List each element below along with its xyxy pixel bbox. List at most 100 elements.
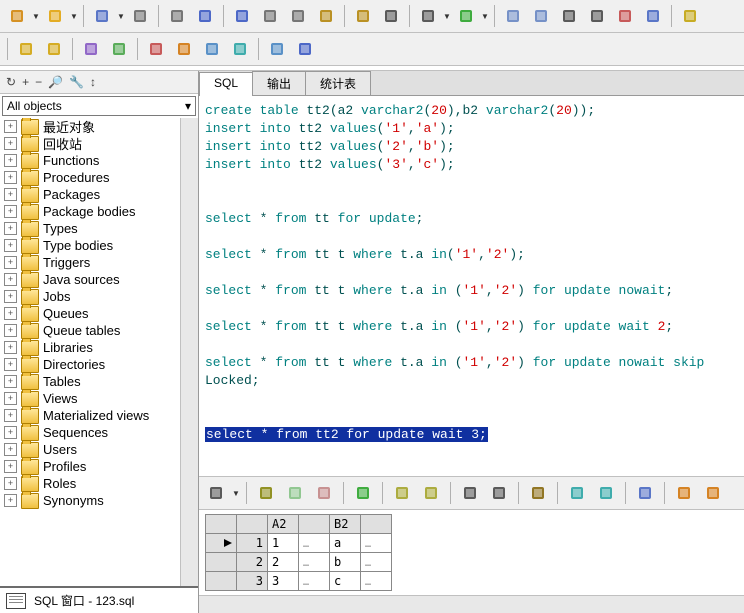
expand-icon[interactable]: + [4, 188, 17, 201]
doc-blue-button[interactable] [640, 3, 666, 29]
find2-button[interactable] [457, 480, 483, 506]
row-selector-header[interactable] [206, 515, 237, 534]
grid-cell-extra[interactable]: … [361, 572, 392, 591]
grid-cell-extra[interactable]: … [299, 572, 330, 591]
copy-button[interactable] [285, 3, 311, 29]
tab-统计表[interactable]: 统计表 [305, 71, 371, 95]
tree-item[interactable]: +Procedures [0, 169, 180, 186]
cyl1-button[interactable] [671, 480, 697, 506]
row-number[interactable]: 3 [237, 572, 268, 591]
exec-doc-button[interactable] [500, 3, 526, 29]
folder-open-yellow-button[interactable] [42, 3, 68, 29]
tree-item[interactable]: +Users [0, 441, 180, 458]
print-preview-button[interactable] [164, 3, 190, 29]
cyl2-button[interactable] [700, 480, 726, 506]
indent-left-button[interactable] [556, 3, 582, 29]
tree-item[interactable]: +Package bodies [0, 203, 180, 220]
lock-button[interactable] [253, 480, 279, 506]
expand-icon[interactable]: + [4, 256, 17, 269]
bookmark-button[interactable] [525, 480, 551, 506]
grid-cell[interactable]: 2 [268, 553, 299, 572]
save-button[interactable] [89, 3, 115, 29]
dropdown-icon[interactable]: ▼ [70, 12, 78, 21]
object-tree[interactable]: +最近对象+回收站+Functions+Procedures+Packages+… [0, 118, 180, 586]
expand-icon[interactable]: + [4, 392, 17, 405]
save2-button[interactable] [632, 480, 658, 506]
binoculars-icon[interactable]: 🔎 [48, 75, 63, 89]
tree-item[interactable]: +Jobs [0, 288, 180, 305]
expand-icon[interactable]: + [4, 290, 17, 303]
grid-cell-extra[interactable]: … [299, 553, 330, 572]
del-button[interactable] [311, 480, 337, 506]
tree-item[interactable]: +Queues [0, 305, 180, 322]
expand-icon[interactable]: + [4, 358, 17, 371]
row-pointer[interactable] [206, 534, 237, 553]
cylinder-orange-button[interactable] [171, 36, 197, 62]
grid-cell[interactable]: b [330, 553, 361, 572]
expand-icon[interactable]: + [4, 154, 17, 167]
window-list[interactable]: SQL 窗口 - 123.sql [0, 586, 198, 613]
editor-hscrollbar[interactable] [199, 595, 744, 613]
tree-item[interactable]: +Synonyms [0, 492, 180, 509]
doc-red-button[interactable] [612, 3, 638, 29]
expand-icon[interactable]: + [4, 222, 17, 235]
add-button[interactable] [282, 480, 308, 506]
list-button[interactable] [593, 480, 619, 506]
expand-icon[interactable]: + [4, 375, 17, 388]
indent-right-button[interactable] [584, 3, 610, 29]
dropdown-icon[interactable]: ▼ [117, 12, 125, 21]
tree-item[interactable]: +Type bodies [0, 237, 180, 254]
chat-button[interactable] [677, 3, 703, 29]
grid-cell[interactable]: a [330, 534, 361, 553]
tree-item[interactable]: +Packages [0, 186, 180, 203]
folder-open-button[interactable] [4, 3, 30, 29]
link-button[interactable] [564, 480, 590, 506]
expand-icon[interactable]: + [4, 239, 17, 252]
redo2-button[interactable] [418, 480, 444, 506]
cylinder-teal-button[interactable] [227, 36, 253, 62]
cylinder-red-up-button[interactable] [143, 36, 169, 62]
grid-cell-extra[interactable]: … [299, 534, 330, 553]
tree-item[interactable]: +Directories [0, 356, 180, 373]
print-button[interactable] [127, 3, 153, 29]
expand-icon[interactable]: + [4, 120, 17, 133]
row-number[interactable]: 1 [237, 534, 268, 553]
row-pointer[interactable] [206, 553, 237, 572]
key-button[interactable] [13, 36, 39, 62]
tree-item[interactable]: +回收站 [0, 135, 180, 152]
expand-icon[interactable]: + [4, 341, 17, 354]
tab-输出[interactable]: 输出 [252, 71, 306, 95]
grid-cell[interactable]: c [330, 572, 361, 591]
undo2-button[interactable] [389, 480, 415, 506]
tree-item[interactable]: +最近对象 [0, 118, 180, 135]
dropdown-icon[interactable]: ▼ [232, 489, 240, 498]
gear-button[interactable] [41, 36, 67, 62]
find-button[interactable] [378, 3, 404, 29]
undo-button[interactable] [192, 3, 218, 29]
tree-item[interactable]: +Materialized views [0, 407, 180, 424]
sort-icon[interactable]: ↕ [90, 75, 96, 89]
col-header[interactable]: A2 [268, 515, 299, 534]
expand-icon[interactable]: + [4, 137, 17, 150]
cut-button[interactable] [257, 3, 283, 29]
minus-icon[interactable]: − [35, 75, 42, 89]
paste-button[interactable] [313, 3, 339, 29]
redo-button[interactable] [229, 3, 255, 29]
dropdown-icon[interactable]: ▼ [481, 12, 489, 21]
objects-filter-combo[interactable]: All objects ▾ [2, 96, 196, 116]
col-header[interactable]: B2 [330, 515, 361, 534]
wand-button[interactable] [78, 36, 104, 62]
grid-cell-extra[interactable]: … [361, 553, 392, 572]
grid-button[interactable] [203, 480, 229, 506]
expand-icon[interactable]: + [4, 205, 17, 218]
expand-icon[interactable]: + [4, 171, 17, 184]
find-next-button[interactable] [415, 3, 441, 29]
expand-icon[interactable]: + [4, 477, 17, 490]
exec-green-button[interactable] [453, 3, 479, 29]
tree-item[interactable]: +Queue tables [0, 322, 180, 339]
expand-icon[interactable]: + [4, 494, 17, 507]
tree-item[interactable]: +Tables [0, 373, 180, 390]
tree-item[interactable]: +Roles [0, 475, 180, 492]
tree-item[interactable]: +Libraries [0, 339, 180, 356]
dropdown-icon[interactable]: ▼ [32, 12, 40, 21]
